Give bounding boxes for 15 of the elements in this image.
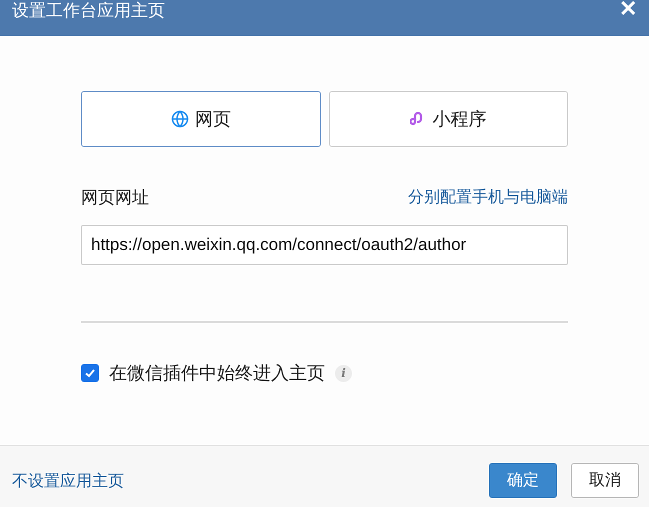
url-field[interactable]: https://open.weixin.qq.com/connect/oauth2/author [81, 224, 568, 264]
cancel-button[interactable]: 取消 [571, 463, 639, 498]
close-button[interactable]: ✕ [619, 0, 637, 19]
checkbox[interactable] [81, 364, 99, 382]
dialog-title: 设置工作台应用主页 [12, 1, 165, 21]
confirm-button[interactable]: 确定 [489, 463, 557, 498]
tab[interactable]: 网页 [81, 91, 320, 147]
field-label: 网页网址 [81, 187, 149, 209]
tab[interactable]: 小程序 [328, 91, 568, 147]
globe-icon [170, 110, 189, 128]
config-link[interactable]: 分别配置手机与电脑端 [408, 186, 568, 210]
check-icon [84, 367, 96, 379]
checkbox-label: 在微信插件中始终进入主页 [109, 362, 325, 384]
info-icon: i [335, 364, 352, 382]
no-homepage-link[interactable]: 不设置应用主页 [12, 470, 124, 494]
